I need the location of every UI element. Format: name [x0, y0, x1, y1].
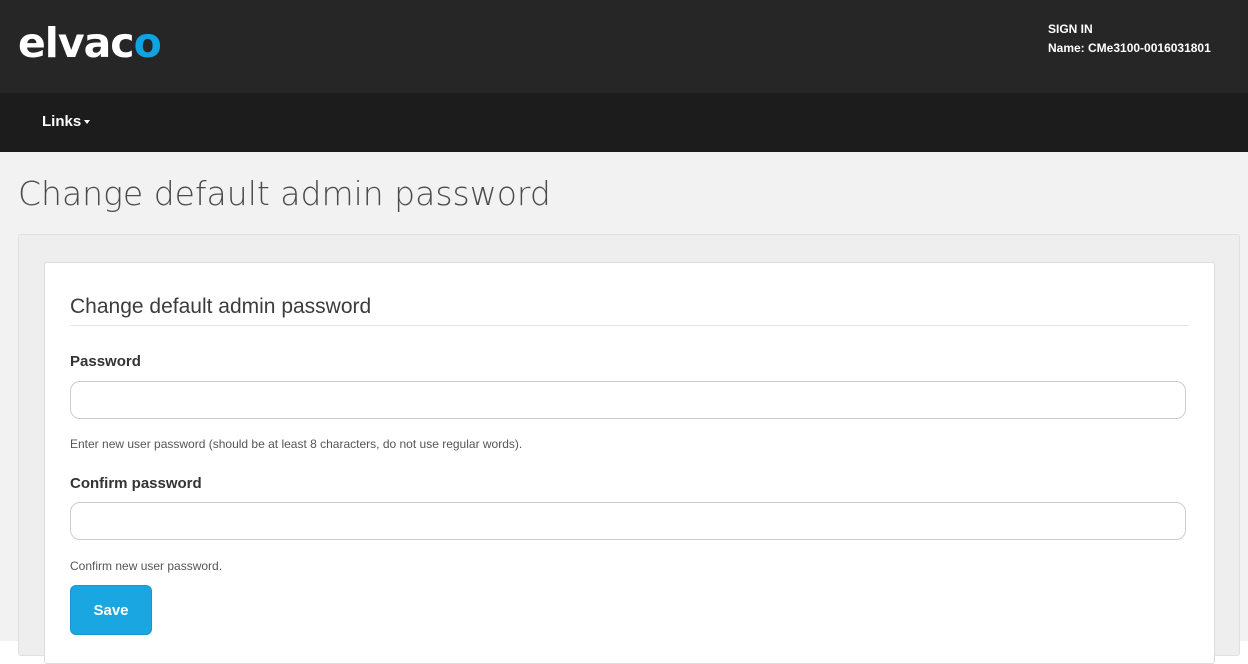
main-content: Change default admin password Change def… [0, 152, 1248, 664]
save-button[interactable]: Save [70, 585, 152, 635]
sign-in-link[interactable]: SIGN IN [1048, 20, 1211, 39]
confirm-password-input[interactable] [70, 502, 1186, 540]
password-help: Enter new user password (should be at le… [70, 437, 523, 451]
logo-accent-letter: o [133, 19, 162, 67]
caret-down-icon [84, 120, 91, 125]
form-panel: Change default admin password Password E… [44, 262, 1215, 664]
device-name: Name: CMe3100-0016031801 [1048, 41, 1211, 55]
links-dropdown[interactable]: Links [42, 113, 91, 130]
account-info: SIGN IN Name: CMe3100-0016031801 [1048, 20, 1211, 58]
top-header: elvaco SIGN IN Name: CMe3100-0016031801 [0, 0, 1248, 93]
links-label: Links [42, 113, 82, 130]
password-label: Password [70, 353, 141, 370]
main-navbar: Links [0, 93, 1248, 152]
confirm-password-label: Confirm password [70, 475, 202, 492]
confirm-password-help: Confirm new user password. [70, 559, 223, 573]
logo-text: elvac [18, 19, 135, 67]
elvaco-logo: elvaco [18, 18, 162, 68]
password-input[interactable] [70, 381, 1186, 419]
form-well: Change default admin password Password E… [18, 234, 1240, 664]
form-legend: Change default admin password [70, 291, 1188, 326]
page-title: Change default admin password [18, 174, 551, 213]
